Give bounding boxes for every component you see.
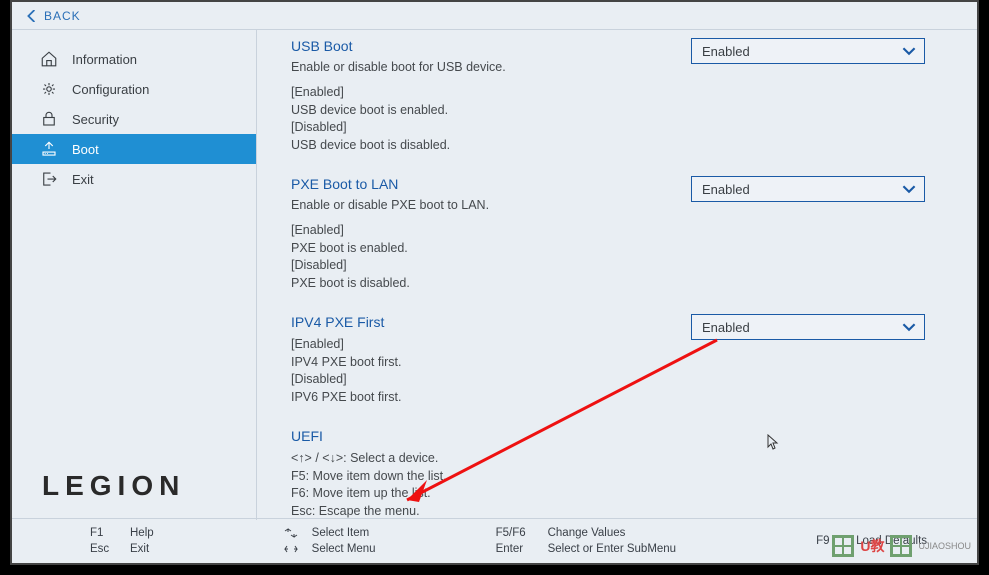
chevron-down-icon — [902, 320, 916, 334]
left-right-arrows-icon — [284, 544, 298, 554]
option-label: [Disabled] — [291, 119, 959, 137]
top-bar: BACK — [12, 2, 977, 30]
option-desc: IPV4 PXE boot first. — [291, 354, 959, 372]
exit-icon — [40, 170, 58, 188]
brand-logo: LEGION — [12, 470, 256, 520]
boot-icon — [40, 140, 58, 158]
hint-label: Select Item — [312, 527, 370, 539]
nav-label: Exit — [72, 172, 94, 187]
option-label: [Enabled] — [291, 222, 959, 240]
hint-label: Load Defaults — [856, 535, 927, 547]
hint-key: F1 — [90, 527, 116, 539]
hint-key: F5/F6 — [496, 527, 534, 539]
hint-label: Exit — [130, 543, 149, 555]
sidebar-item-boot[interactable]: Boot — [12, 134, 256, 164]
home-icon — [40, 50, 58, 68]
sidebar-item-information[interactable]: Information — [12, 44, 256, 74]
hint-key: Esc — [90, 543, 116, 555]
pxe-boot-select[interactable]: Enabled — [691, 176, 925, 202]
chevron-left-icon — [26, 10, 38, 22]
select-value: Enabled — [702, 44, 750, 59]
option-label: [Disabled] — [291, 257, 959, 275]
usb-boot-select[interactable]: Enabled — [691, 38, 925, 64]
sidebar-item-security[interactable]: Security — [12, 104, 256, 134]
section-ipv4-pxe: IPV4 PXE First [Enabled] IPV4 PXE boot f… — [291, 314, 959, 406]
option-desc: PXE boot is enabled. — [291, 240, 959, 258]
hint-label: Help — [130, 527, 154, 539]
option-desc: USB device boot is enabled. — [291, 102, 959, 120]
uefi-help: F6: Move item up the list. — [291, 485, 959, 503]
option-label: [Disabled] — [291, 371, 959, 389]
ipv4-pxe-select[interactable]: Enabled — [691, 314, 925, 340]
nav-label: Security — [72, 112, 119, 127]
nav-list: Information Configuration Security Boot … — [12, 30, 256, 470]
chevron-down-icon — [902, 44, 916, 58]
nav-label: Information — [72, 52, 137, 67]
section-uefi: UEFI <↑> / <↓>: Select a device. F5: Mov… — [291, 428, 959, 520]
select-value: Enabled — [702, 320, 750, 335]
uefi-help: <↑> / <↓>: Select a device. — [291, 450, 959, 468]
hint-label: Select or Enter SubMenu — [548, 543, 677, 555]
sidebar-item-configuration[interactable]: Configuration — [12, 74, 256, 104]
hint-label: Select Menu — [312, 543, 376, 555]
uefi-help: F5: Move item down the list. — [291, 468, 959, 486]
option-desc: IPV6 PXE boot first. — [291, 389, 959, 407]
section-usb-boot: USB Boot Enable or disable boot for USB … — [291, 38, 959, 154]
up-down-arrows-icon — [284, 528, 298, 538]
main-content: USB Boot Enable or disable boot for USB … — [257, 30, 977, 520]
sidebar-item-exit[interactable]: Exit — [12, 164, 256, 194]
option-desc: USB device boot is disabled. — [291, 137, 959, 155]
back-button[interactable]: BACK — [26, 9, 81, 23]
hint-label: Change Values — [548, 527, 626, 539]
lock-icon — [40, 110, 58, 128]
nav-label: Configuration — [72, 82, 149, 97]
back-label: BACK — [44, 9, 81, 23]
option-desc: PXE boot is disabled. — [291, 275, 959, 293]
hint-key: Enter — [496, 543, 534, 555]
option-label: [Enabled] — [291, 84, 959, 102]
sidebar: Information Configuration Security Boot … — [12, 30, 257, 520]
hint-key: F9 — [816, 535, 842, 547]
config-icon — [40, 80, 58, 98]
section-title: UEFI — [291, 428, 959, 444]
chevron-down-icon — [902, 182, 916, 196]
select-value: Enabled — [702, 182, 750, 197]
footer-hints: F1 Help Esc Exit Select Item Select Menu F… — [12, 518, 977, 563]
section-pxe-boot: PXE Boot to LAN Enable or disable PXE bo… — [291, 176, 959, 292]
nav-label: Boot — [72, 142, 99, 157]
